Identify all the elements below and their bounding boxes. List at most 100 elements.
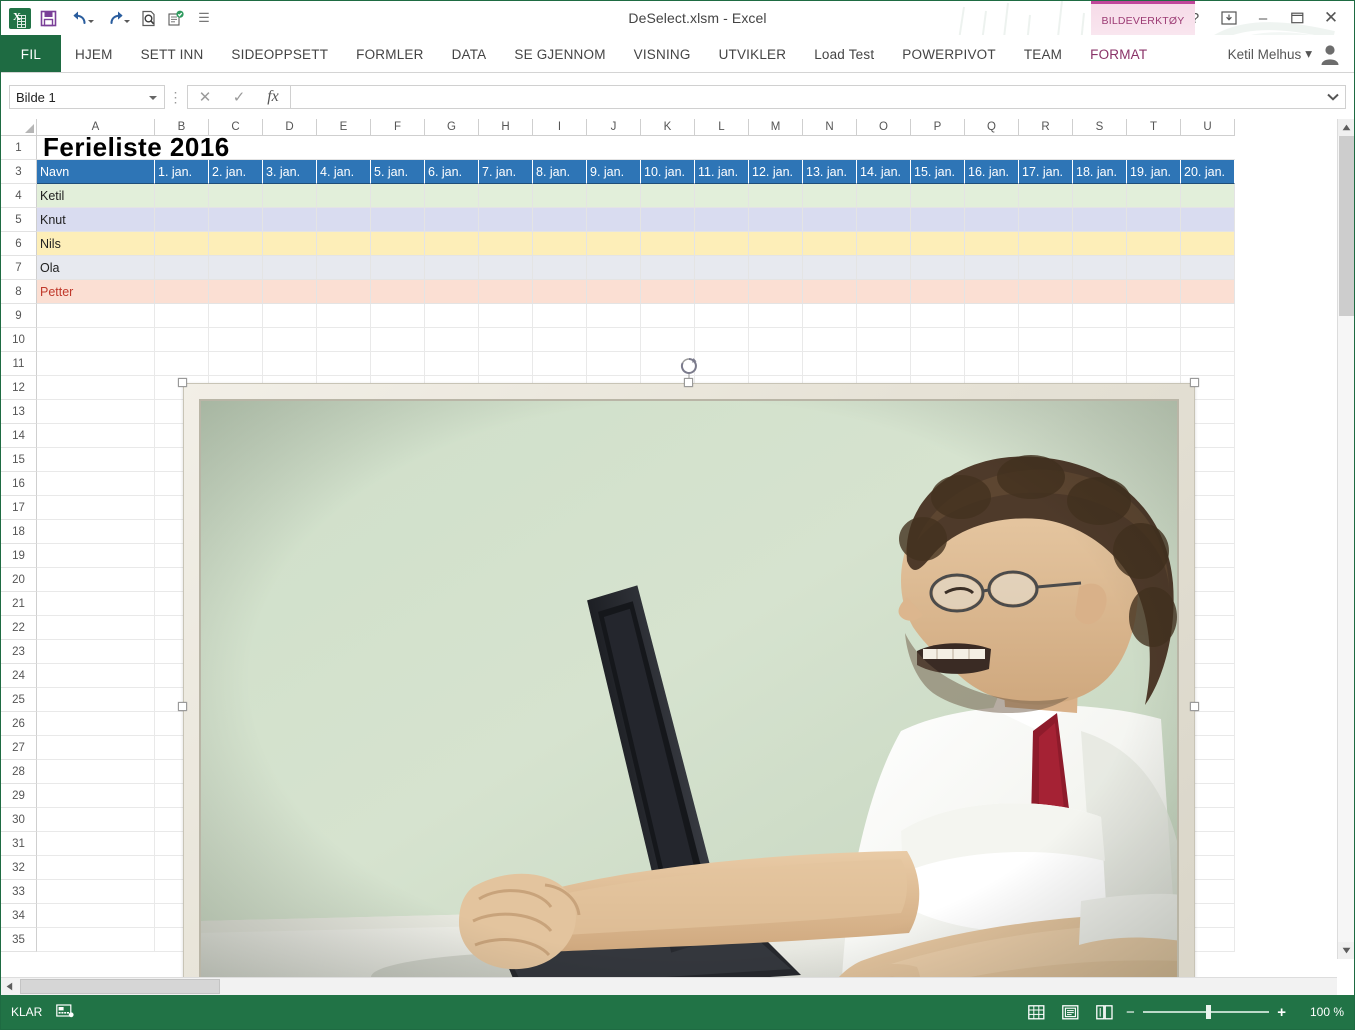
cell-vacation-day[interactable] <box>479 208 533 232</box>
tab-formler[interactable]: FORMLER <box>342 35 437 73</box>
cell-empty[interactable] <box>37 904 155 928</box>
row-header-19[interactable]: 19 <box>1 544 37 568</box>
cell-empty[interactable] <box>695 352 749 376</box>
scroll-left-icon[interactable] <box>1 978 18 995</box>
cell-empty[interactable] <box>911 328 965 352</box>
column-header-J[interactable]: J <box>587 119 641 136</box>
cell-empty[interactable] <box>533 328 587 352</box>
window-controls[interactable]: ? – ✕ <box>1178 1 1354 35</box>
cell-empty[interactable] <box>263 352 317 376</box>
table-row[interactable]: Navn 1. jan. 2. jan. 3. jan. 4. jan. 5. jan. 6… <box>37 160 1354 184</box>
header-cell-date[interactable]: 13. jan. <box>803 160 857 184</box>
scroll-down-icon[interactable] <box>1338 942 1354 959</box>
cell-vacation-day[interactable] <box>371 256 425 280</box>
tab-sett-inn[interactable]: SETT INN <box>127 35 218 73</box>
cell-person-name[interactable]: Nils <box>37 232 155 256</box>
cancel-formula-icon[interactable]: ✕ <box>188 86 222 108</box>
column-header-C[interactable]: C <box>209 119 263 136</box>
cell-vacation-day[interactable] <box>911 184 965 208</box>
cell-empty[interactable] <box>37 664 155 688</box>
cell-vacation-day[interactable] <box>155 232 209 256</box>
header-cell-date[interactable]: 9. jan. <box>587 160 641 184</box>
cell-vacation-day[interactable] <box>1073 232 1127 256</box>
header-cell-date[interactable]: 20. jan. <box>1181 160 1235 184</box>
column-header-R[interactable]: R <box>1019 119 1073 136</box>
cell-vacation-day[interactable] <box>155 280 209 304</box>
tab-utvikler[interactable]: UTVIKLER <box>705 35 801 73</box>
cell-vacation-day[interactable] <box>695 208 749 232</box>
cell-vacation-day[interactable] <box>803 232 857 256</box>
cell-vacation-day[interactable] <box>371 208 425 232</box>
cell-empty[interactable] <box>803 304 857 328</box>
cell-empty[interactable] <box>37 568 155 592</box>
cell-vacation-day[interactable] <box>1073 280 1127 304</box>
header-cell-date[interactable]: 11. jan. <box>695 160 749 184</box>
header-cell-date[interactable]: 5. jan. <box>371 160 425 184</box>
cell-empty[interactable] <box>371 304 425 328</box>
cell-empty[interactable] <box>479 328 533 352</box>
tab-format[interactable]: FORMAT <box>1076 35 1161 73</box>
customize-qat-icon[interactable]: ☰ <box>191 5 217 31</box>
cell-empty[interactable] <box>695 304 749 328</box>
cell-vacation-day[interactable] <box>911 232 965 256</box>
cell-vacation-day[interactable] <box>209 208 263 232</box>
scroll-up-icon[interactable] <box>1338 119 1354 136</box>
header-cell-date[interactable]: 8. jan. <box>533 160 587 184</box>
column-header-D[interactable]: D <box>263 119 317 136</box>
cell-person-name[interactable]: Petter <box>37 280 155 304</box>
cell-empty[interactable] <box>37 544 155 568</box>
cell-vacation-day[interactable] <box>263 208 317 232</box>
macro-icon[interactable] <box>163 5 189 31</box>
save-icon[interactable] <box>35 5 61 31</box>
cell-vacation-day[interactable] <box>1127 280 1181 304</box>
cell-empty[interactable] <box>803 328 857 352</box>
cell-vacation-day[interactable] <box>1181 256 1235 280</box>
cell-empty[interactable] <box>209 328 263 352</box>
vertical-scrollbar[interactable] <box>1337 119 1354 959</box>
account-name[interactable]: Ketil Melhus <box>1228 47 1302 62</box>
cell-vacation-day[interactable] <box>641 208 695 232</box>
row-header-15[interactable]: 15 <box>1 448 37 472</box>
cell-empty[interactable] <box>749 304 803 328</box>
header-cell-date[interactable]: 12. jan. <box>749 160 803 184</box>
cell-empty[interactable] <box>1019 328 1073 352</box>
cell-vacation-day[interactable] <box>857 280 911 304</box>
cell-empty[interactable] <box>1019 304 1073 328</box>
cell-vacation-day[interactable] <box>749 184 803 208</box>
cell-vacation-day[interactable] <box>425 256 479 280</box>
cell-vacation-day[interactable] <box>533 232 587 256</box>
cell-empty[interactable] <box>479 304 533 328</box>
cell-vacation-day[interactable] <box>1019 256 1073 280</box>
cell-empty[interactable] <box>37 712 155 736</box>
insert-function-icon[interactable]: fx <box>256 86 290 108</box>
cell-empty[interactable] <box>37 856 155 880</box>
cell-vacation-day[interactable] <box>1073 256 1127 280</box>
header-cell-date[interactable]: 15. jan. <box>911 160 965 184</box>
cell-empty[interactable] <box>479 352 533 376</box>
cell-vacation-day[interactable] <box>155 184 209 208</box>
cell-vacation-day[interactable] <box>695 184 749 208</box>
column-header-E[interactable]: E <box>317 119 371 136</box>
cell-vacation-day[interactable] <box>1073 208 1127 232</box>
cell-empty[interactable] <box>37 880 155 904</box>
zoom-track[interactable] <box>1142 1005 1270 1019</box>
formula-input[interactable] <box>290 85 1346 109</box>
cell-empty[interactable] <box>587 352 641 376</box>
row-header-8[interactable]: 8 <box>1 280 37 304</box>
cell-vacation-day[interactable] <box>1073 184 1127 208</box>
record-macro-icon[interactable] <box>56 1003 74 1021</box>
cell-vacation-day[interactable] <box>911 280 965 304</box>
cell-empty[interactable] <box>425 352 479 376</box>
cell-vacation-day[interactable] <box>857 256 911 280</box>
table-row[interactable]: Knut <box>37 208 1354 232</box>
row-header-34[interactable]: 34 <box>1 904 37 928</box>
row-header-7[interactable]: 7 <box>1 256 37 280</box>
ribbon-display-options-icon[interactable] <box>1212 3 1246 33</box>
cell-vacation-day[interactable] <box>641 232 695 256</box>
column-header-N[interactable]: N <box>803 119 857 136</box>
table-row[interactable]: Nils <box>37 232 1354 256</box>
column-header-G[interactable]: G <box>425 119 479 136</box>
cell-vacation-day[interactable] <box>587 208 641 232</box>
cell-vacation-day[interactable] <box>317 232 371 256</box>
row-header-13[interactable]: 13 <box>1 400 37 424</box>
